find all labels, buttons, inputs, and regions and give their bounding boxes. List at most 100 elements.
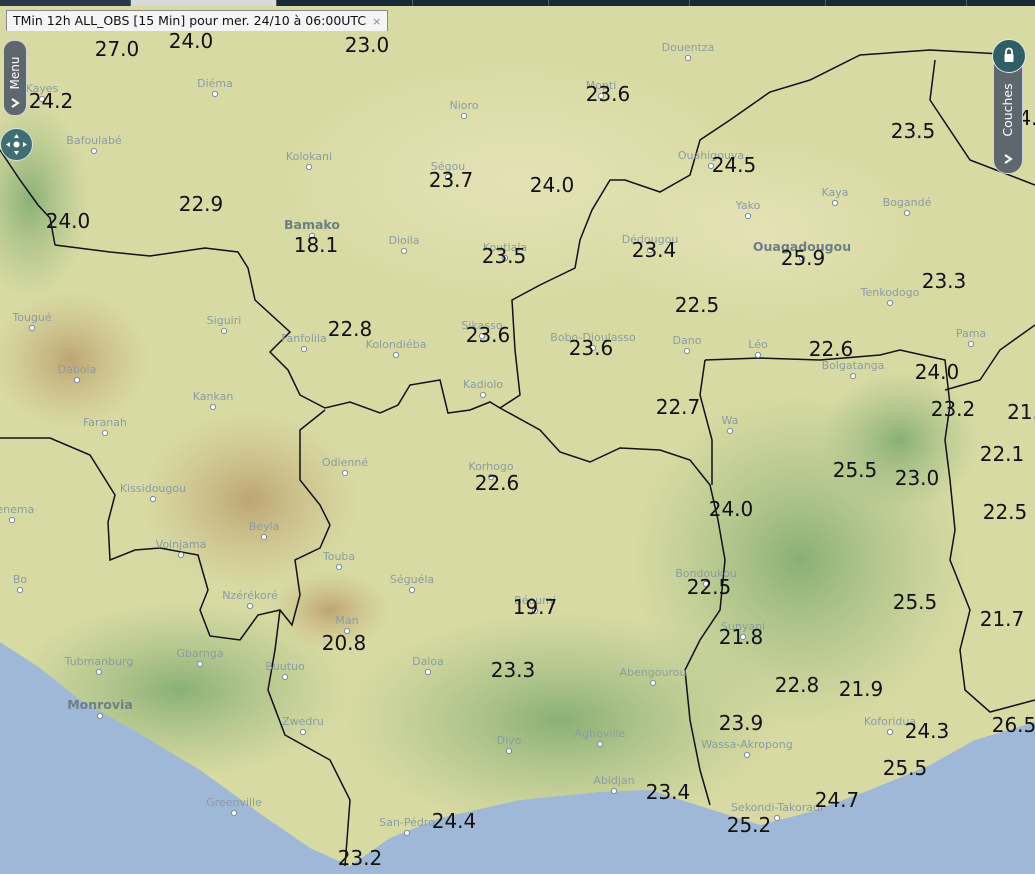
city-marker <box>743 751 751 759</box>
city-label: Kolokani <box>286 150 332 163</box>
city-label: Diéma <box>197 77 233 90</box>
temperature-value[interactable]: 23.5 <box>482 244 527 268</box>
city-label: Tubmanburg <box>64 655 134 668</box>
temperature-value[interactable]: 25.5 <box>883 756 928 780</box>
city-marker <box>209 403 217 411</box>
layer-title-tab[interactable]: TMin 12h ALL_OBS [15 Min] pour mer. 24/1… <box>6 10 389 31</box>
temperature-value[interactable]: 22.8 <box>775 673 820 697</box>
city-label: Tougué <box>11 311 52 324</box>
city-label: Kolondiéba <box>366 338 427 351</box>
city-marker <box>831 199 839 207</box>
temperature-value[interactable]: 23.0 <box>345 33 390 57</box>
temperature-value[interactable]: 24.0 <box>46 209 91 233</box>
city-label: Léo <box>748 338 768 351</box>
temperature-value[interactable]: 24.0 <box>915 360 960 384</box>
close-icon[interactable]: × <box>372 15 381 28</box>
city-label: Beyla <box>249 520 280 533</box>
temperature-value[interactable]: 22.6 <box>475 471 520 495</box>
temperature-value[interactable]: 21.7 <box>980 607 1025 631</box>
temperature-value[interactable]: 20.8 <box>322 631 367 655</box>
temperature-value[interactable]: 23.5 <box>891 119 936 143</box>
temperature-value[interactable]: 21.8 <box>719 625 764 649</box>
temperature-value[interactable]: 24.3 <box>905 719 950 743</box>
city-marker <box>408 586 416 594</box>
temperature-value[interactable]: 27.0 <box>95 37 140 61</box>
city-marker <box>196 660 204 668</box>
temperature-value[interactable]: 22.1 <box>980 442 1025 466</box>
city-marker <box>684 54 692 62</box>
temperature-value[interactable]: 24.0 <box>530 173 575 197</box>
temperature-value[interactable]: 22.5 <box>675 293 720 317</box>
city-marker <box>479 391 487 399</box>
temperature-value[interactable]: 26.5 <box>992 713 1035 737</box>
temperature-value[interactable]: 23.2 <box>338 846 383 870</box>
city-marker <box>967 340 975 348</box>
city-label: Divo <box>497 734 522 747</box>
temperature-value[interactable]: 23.7 <box>429 168 474 192</box>
city-label: Nzérékoré <box>222 589 278 602</box>
lock-button[interactable] <box>992 39 1026 73</box>
temperature-value[interactable]: 21.9 <box>839 677 884 701</box>
city-label: Fanfolila <box>281 332 327 345</box>
temperature-value[interactable]: 25.2 <box>727 813 772 837</box>
temperature-value[interactable]: 24.0 <box>169 29 214 53</box>
temperature-value[interactable]: 25.5 <box>833 458 878 482</box>
city-marker <box>886 728 894 736</box>
city-marker <box>16 586 24 594</box>
temperature-value[interactable]: 23.3 <box>922 269 967 293</box>
pan-control-button[interactable] <box>0 128 33 161</box>
city-marker <box>505 747 513 755</box>
temperature-value[interactable]: 21. <box>1007 400 1035 424</box>
city-marker <box>149 495 157 503</box>
city-label: Bo <box>13 573 28 586</box>
city-label: Monrovia <box>67 697 133 712</box>
city-marker <box>649 679 657 687</box>
temperature-value[interactable]: 23.6 <box>569 336 614 360</box>
city-marker <box>73 376 81 384</box>
temperature-value[interactable]: 23.4 <box>632 238 677 262</box>
city-marker <box>95 668 103 676</box>
city-marker <box>341 469 349 477</box>
city-label: Agboville <box>575 727 626 740</box>
temperature-value[interactable]: 23.6 <box>586 82 631 106</box>
temperature-value[interactable]: 22.6 <box>809 337 854 361</box>
menu-button[interactable]: Menu <box>3 40 27 116</box>
temperature-value[interactable]: 24.2 <box>29 89 74 113</box>
city-label: Kadiolo <box>463 378 504 391</box>
temperature-value[interactable]: 24.5 <box>712 153 757 177</box>
temperature-value[interactable]: 24.7 <box>815 788 860 812</box>
temperature-value[interactable]: 25.9 <box>781 246 826 270</box>
temperature-value[interactable]: 18.1 <box>294 233 339 257</box>
temperature-value[interactable]: 22.7 <box>656 395 701 419</box>
temperature-value[interactable]: 22.5 <box>687 575 732 599</box>
temperature-value[interactable]: 23.0 <box>895 466 940 490</box>
city-marker <box>773 814 781 822</box>
temperature-value[interactable]: 23.6 <box>466 323 511 347</box>
layers-button[interactable]: Couches <box>992 39 1026 174</box>
temperature-value[interactable]: 23.9 <box>719 711 764 735</box>
city-label: Wassa-Akropong <box>701 738 792 751</box>
layer-title: TMin 12h ALL_OBS [15 Min] pour mer. 24/1… <box>13 13 367 28</box>
temperature-value[interactable]: 23.3 <box>491 658 536 682</box>
temperature-value[interactable]: 22.8 <box>328 317 373 341</box>
pan-icon <box>6 134 27 155</box>
temperature-value[interactable]: 24.0 <box>709 497 754 521</box>
weather-map[interactable]: DiémaNioroDouentzaMoptiBafoulabéKolokani… <box>0 6 1035 874</box>
city-marker <box>903 209 911 217</box>
chevron-right-icon <box>11 98 20 108</box>
city-label: Dano <box>673 334 702 347</box>
temperature-value[interactable]: 22.5 <box>983 500 1028 524</box>
city-label: Faranah <box>83 416 127 429</box>
temperature-value[interactable]: 23.2 <box>931 397 976 421</box>
city-label: Abidjan <box>593 774 634 787</box>
temperature-value[interactable]: 19.7 <box>513 595 558 619</box>
temperature-value[interactable]: 24.4 <box>432 809 477 833</box>
city-marker <box>849 372 857 380</box>
temperature-value[interactable]: 22.9 <box>179 192 224 216</box>
city-label: Buutuo <box>265 660 305 673</box>
temperature-value[interactable]: 23.4 <box>646 780 691 804</box>
city-marker <box>460 112 468 120</box>
city-marker <box>610 787 618 795</box>
temperature-value[interactable]: 25.5 <box>893 590 938 614</box>
city-label: Abengourou <box>620 666 687 679</box>
